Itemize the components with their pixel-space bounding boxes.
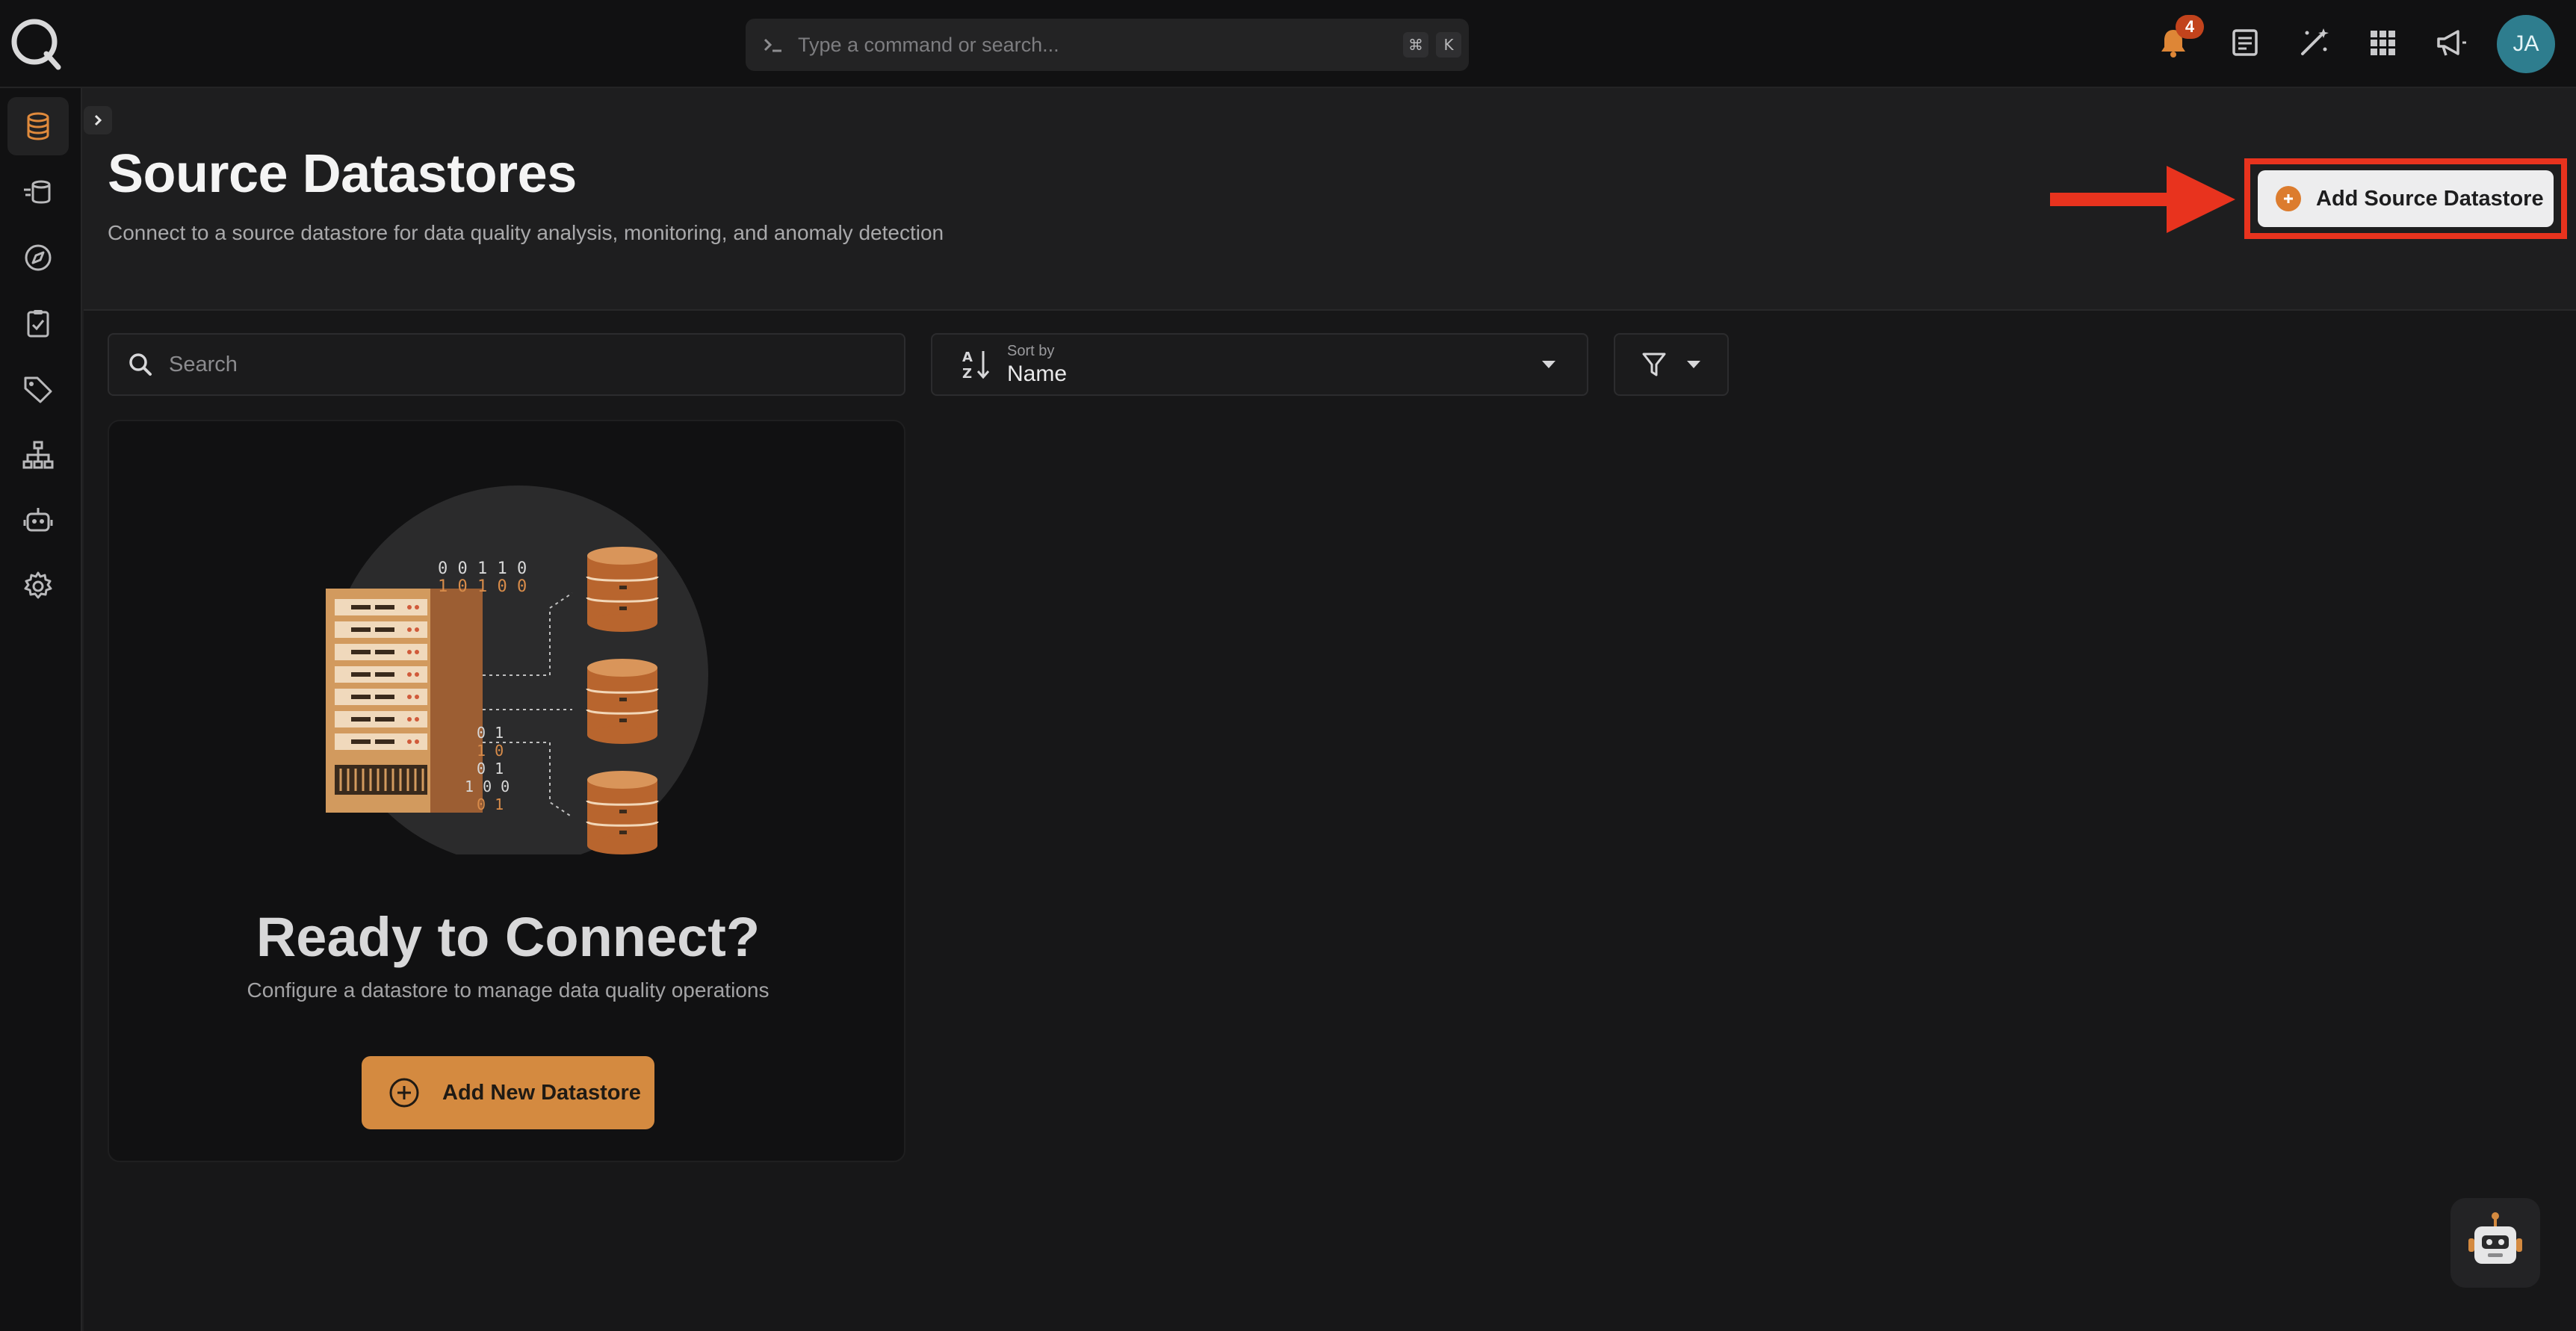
add-new-datastore-button[interactable]: Add New Datastore	[362, 1056, 654, 1129]
filter-icon	[1642, 353, 1666, 376]
binary-text-bottom-1: 0 1	[477, 724, 504, 742]
binary-text-bottom-4: 1 0 0	[465, 778, 510, 795]
robot-icon	[23, 508, 53, 532]
shortcut-mod-key: ⌘	[1403, 32, 1428, 58]
sidebar-item-checks[interactable]	[7, 294, 69, 353]
sort-select[interactable]: A Z Sort by Name	[931, 333, 1588, 396]
svg-text:A: A	[962, 350, 973, 365]
apps-grid-icon[interactable]	[2364, 24, 2401, 61]
assistant-bot-button[interactable]	[2450, 1198, 2540, 1288]
sort-caption: Sort by	[1007, 342, 1055, 359]
page-title: Source Datastores	[108, 144, 577, 204]
shortcut-k-key: K	[1436, 32, 1461, 58]
datastore-flow-icon	[24, 180, 51, 204]
hierarchy-icon	[22, 441, 54, 469]
sidebar-item-source-datastores[interactable]	[7, 97, 69, 155]
sidebar-item-flows[interactable]	[7, 426, 69, 484]
add-source-datastore-button[interactable]: Add Source Datastore	[2258, 170, 2554, 227]
command-search-placeholder: Type a command or search...	[798, 33, 1059, 56]
binary-text-top-2: 1 0 1 0 0	[438, 577, 527, 596]
add-source-datastore-label: Add Source Datastore	[2316, 186, 2544, 211]
robot-icon	[2468, 1212, 2522, 1264]
terminal-prompt-icon	[764, 38, 781, 52]
dropdown-caret-icon	[1542, 361, 1555, 368]
user-avatar[interactable]: JA	[2497, 15, 2555, 73]
empty-state-card: 0 0 1 1 0 1 0 1 0 0 0 1 1 0 0 1 1 0 0 0 …	[108, 420, 905, 1162]
sort-az-icon: A Z	[962, 350, 990, 382]
plus-circle-icon	[2276, 186, 2301, 211]
binary-text-bottom-2: 1 0	[477, 742, 504, 760]
binary-text-bottom-5: 0 1	[477, 795, 504, 813]
notification-badge: 4	[2176, 15, 2204, 39]
search-placeholder: Search	[169, 352, 238, 376]
sidebar-item-explore[interactable]	[7, 229, 69, 287]
svg-text:Z: Z	[962, 366, 972, 382]
document-icon[interactable]	[2226, 24, 2264, 61]
add-new-datastore-label: Add New Datastore	[442, 1080, 641, 1105]
compass-icon	[25, 244, 52, 271]
sidebar-expand-button[interactable]	[84, 106, 112, 134]
dropdown-caret-icon	[1687, 361, 1700, 368]
top-bar: Type a command or search... ⌘ K 4 JA	[0, 0, 2576, 88]
page-subtitle: Connect to a source datastore for data q…	[108, 221, 944, 244]
sidebar	[0, 88, 82, 1331]
binary-text-bottom-3: 0 1	[477, 760, 504, 778]
clipboard-check-icon	[27, 310, 49, 338]
tag-icon	[24, 376, 52, 403]
magic-wand-icon[interactable]	[2295, 24, 2332, 61]
gear-icon	[24, 571, 52, 599]
sidebar-item-tags[interactable]	[7, 360, 69, 418]
empty-state-description: Configure a datastore to manage data qua…	[247, 978, 770, 1002]
megaphone-icon[interactable]	[2433, 24, 2470, 61]
search-icon	[129, 353, 152, 376]
database-stack-icon	[586, 547, 659, 632]
app-logo[interactable]	[7, 15, 64, 72]
command-search-bar[interactable]: Type a command or search... ⌘ K	[746, 19, 1469, 71]
empty-state-heading: Ready to Connect?	[256, 906, 761, 968]
sidebar-item-enrichment-datastores[interactable]	[7, 163, 69, 221]
plus-circle-icon	[389, 1078, 419, 1108]
search-input[interactable]: Search	[108, 333, 905, 396]
database-icon	[27, 112, 49, 140]
sort-value: Name	[1007, 361, 1068, 386]
datastore-illustration: 0 0 1 1 0 1 0 1 0 0 0 1 1 0 0 1 1 0 0 0 …	[326, 485, 708, 854]
sidebar-item-settings[interactable]	[7, 557, 69, 615]
sidebar-item-agents[interactable]	[7, 491, 69, 550]
binary-text-top-1: 0 0 1 1 0	[438, 559, 527, 578]
red-arrow-annotation	[2050, 166, 2235, 233]
filter-button[interactable]	[1614, 333, 1729, 396]
chevron-right-icon	[94, 114, 102, 126]
